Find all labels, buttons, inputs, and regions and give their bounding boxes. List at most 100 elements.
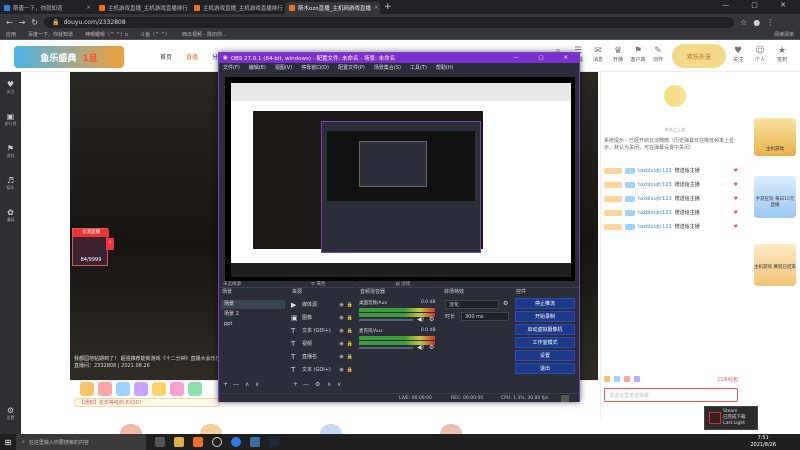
virtual-camera-button[interactable]: 启动虚拟摄像机 [515, 324, 575, 335]
obs-window-controls[interactable]: — ▢ ✕ [513, 55, 579, 61]
chat-username[interactable]: taxbloujtr123 [638, 210, 672, 216]
source-item[interactable]: T 文本 (GDI+) ◉ 🔒 [291, 364, 353, 375]
source-item[interactable]: T 直播名 ◉ 🔒 [291, 351, 353, 362]
obs-title-bar[interactable]: ◉ OBS 27.0.1 (64-bit, windows) - 配置文件: 未命… [219, 53, 579, 63]
sidebar-item-follow[interactable]: ♥ 关注 [0, 80, 21, 95]
gift-icon[interactable] [188, 382, 202, 396]
gift-icon[interactable] [98, 382, 112, 396]
menu-view[interactable]: 视图(V) [275, 64, 292, 71]
nav-icon-item[interactable]: ✉ 消息 [588, 46, 608, 63]
volume-slider[interactable] [359, 319, 413, 321]
chat-username[interactable]: taxbloujtr123 [638, 224, 672, 230]
source-item[interactable]: T 文本 (GDI+) ◉ 🔒 [291, 325, 353, 336]
notice-banner[interactable]: 【通知】名年等级的-EXSD! [74, 398, 220, 407]
up-icon[interactable]: ∧ [327, 381, 331, 388]
lock-icon[interactable]: 🔒 [347, 315, 353, 321]
task-view-icon[interactable] [155, 437, 165, 447]
chat-input[interactable]: 发送这里发送弹幕 [604, 388, 738, 402]
promo-card[interactable]: 手游狂欢 每日15元 直播 [754, 176, 796, 218]
menu-profile[interactable]: 配置文件(P) [338, 64, 365, 71]
menu-edit[interactable]: 编辑(E) [249, 64, 266, 71]
emoji-icon[interactable] [604, 376, 610, 382]
source-item[interactable]: ▣ 图像 ◉ 🔒 [291, 312, 353, 323]
site-logo[interactable]: 鱼乐盛典 1旦 [14, 46, 124, 68]
promo-card[interactable]: 主机游戏 赛程已结束 [754, 244, 796, 286]
close-tab-icon[interactable]: ✕ [374, 5, 379, 11]
gift-icon[interactable] [116, 382, 130, 396]
chat-message[interactable]: taxbloujtr123 赠送给主播 ♥ [604, 166, 738, 175]
obs-window[interactable]: ◉ OBS 27.0.1 (64-bit, windows) - 配置文件: 未命… [218, 52, 580, 402]
transition-select[interactable]: 淡化 [445, 300, 499, 309]
chat-message[interactable]: taxbloujtr123 赠送给主播 ♥ [604, 194, 738, 203]
gift-icon[interactable] [80, 382, 94, 396]
nav-live[interactable]: 直播 [186, 52, 198, 61]
chat-username[interactable]: taxbloujtr123 [638, 196, 672, 202]
scene-item[interactable]: 场景 [221, 300, 285, 309]
gear-icon[interactable]: ⚙ [503, 300, 508, 307]
taskbar-search[interactable]: ⌕ 在这里输入你要搜索的内容 [16, 434, 146, 450]
bookmark[interactable]: 西瓜视频 - 陈旧你... [182, 31, 227, 38]
new-tab-button[interactable]: + [384, 2, 392, 12]
eye-icon[interactable]: ◉ [339, 341, 343, 347]
speaker-icon[interactable]: ◀) [417, 344, 424, 351]
sidebar-item-comics[interactable]: ✿ 漫画 [0, 208, 21, 223]
eye-icon[interactable]: ◉ [339, 302, 343, 308]
reading-list[interactable]: 阅读清单 [774, 31, 794, 38]
menu-scene-collection[interactable]: 场景集合(S) [374, 64, 401, 71]
sidebar-item-settings[interactable]: ⚙ 设置 [0, 406, 21, 421]
window-controls[interactable]: — ▢ ✕ [722, 1, 796, 9]
folder-icon[interactable] [174, 437, 184, 447]
add-icon[interactable]: + [223, 381, 228, 388]
start-recording-button[interactable]: 开始录制 [515, 311, 575, 322]
duration-input[interactable]: 300 ms [461, 312, 509, 321]
reload-icon[interactable]: ↻ [31, 18, 38, 27]
settings-button[interactable]: 设置 [515, 350, 575, 361]
source-item[interactable]: ▶ 媒体源 ◉ 🔒 [291, 299, 353, 310]
menu-help[interactable]: 帮助(H) [436, 64, 454, 71]
nav-icon-item[interactable]: ☺ 个人 [750, 46, 770, 63]
browser-tab[interactable]: 主机游戏直播_主机游戏直播排行✕ [95, 2, 190, 14]
bookmark[interactable]: 斗鱼（^ ^） [140, 31, 170, 38]
sidebar-item-games[interactable]: ⚑ 游戏 [0, 144, 21, 159]
menu-docks[interactable]: 停靠窗口(D) [301, 64, 329, 71]
studio-mode-button[interactable]: 工作室模式 [515, 337, 575, 348]
streamer-avatar-card[interactable]: 表演直播 84/9999 [72, 228, 109, 266]
chrome-icon[interactable] [231, 437, 241, 447]
eye-icon[interactable]: ◉ [339, 367, 343, 373]
remove-icon[interactable]: — [303, 381, 309, 388]
up-icon[interactable]: ∧ [245, 381, 249, 388]
nav-icon-item[interactable]: ♛ 开播 [608, 46, 628, 63]
lock-icon[interactable]: 🔒 [347, 341, 353, 347]
gift-icon[interactable] [624, 376, 630, 382]
eye-icon[interactable]: ◉ [339, 315, 343, 321]
gear-icon[interactable]: ⚙ [429, 344, 434, 351]
gift-icon[interactable] [170, 382, 184, 396]
speaker-icon[interactable]: ◀) [417, 316, 424, 323]
gift-icon[interactable] [134, 382, 148, 396]
menu-file[interactable]: 文件(F) [223, 64, 240, 71]
gear-icon[interactable]: ⚙ [315, 381, 320, 388]
profile-icon[interactable]: ● [753, 18, 760, 27]
add-icon[interactable]: + [293, 381, 298, 388]
taskbar-clock[interactable]: 7:51 2021/8/26 [750, 435, 776, 449]
lock-icon[interactable]: 🔒 [347, 328, 353, 334]
url-field[interactable]: 🔒 douyu.com/2332808 [44, 16, 735, 28]
promo-card[interactable]: 主机游戏 [754, 118, 796, 156]
down-icon[interactable]: ∨ [337, 381, 341, 388]
volume-slider[interactable] [359, 347, 413, 349]
nav-home[interactable]: 首页 [160, 52, 172, 61]
chevron-left-icon[interactable]: ‹ [106, 238, 114, 250]
chat-message[interactable]: taxbloujtr123 赠送给主播 ♥ [604, 180, 738, 189]
browser-tab[interactable]: 斯唐一下，你就知道 ✕ [0, 2, 95, 14]
steam-notification[interactable]: Steam 已完成下载 Last Light [704, 406, 758, 430]
nav-icon-item[interactable]: ✎ 创作 [648, 46, 668, 63]
lock-icon[interactable]: 🔒 [347, 367, 353, 373]
steam-icon[interactable] [269, 437, 279, 447]
app-icon[interactable] [193, 437, 203, 447]
bookmark[interactable]: 神嗯鲤嗯（^ ^）o [85, 31, 128, 38]
eye-icon[interactable]: ◉ [339, 328, 343, 334]
lock-icon[interactable]: 🔒 [347, 354, 353, 360]
scene-item[interactable]: 场景 2 [221, 310, 285, 319]
menu-icon[interactable]: ⋮ [766, 18, 774, 27]
lock-icon[interactable]: 🔒 [347, 302, 353, 308]
